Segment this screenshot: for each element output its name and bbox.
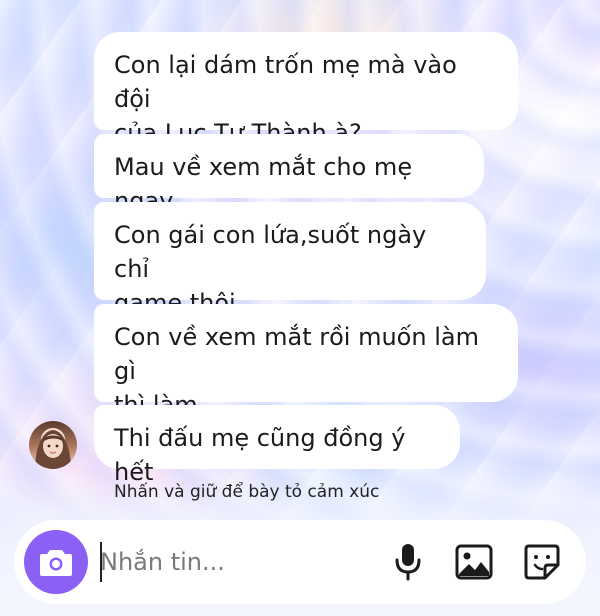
message-input[interactable] [100,542,370,582]
message-bubble[interactable]: Con lại dám trốn mẹ mà vào đội của Lục T… [94,32,518,147]
message-composer [14,520,586,604]
camera-icon [40,550,72,576]
voice-button[interactable] [386,540,430,584]
message-bubble[interactable]: Mau về xem mắt cho mẹ ngay [94,134,484,215]
message-bubble[interactable]: Con về xem mắt rồi muốn làm gì thì làm [94,304,518,419]
text-cursor [100,542,102,582]
sticker-button[interactable] [520,540,564,584]
microphone-icon [395,544,421,581]
avatar-image [35,430,71,469]
message-bubble[interactable]: Con gái con lứa,suốt ngày chỉ game thôi [94,202,486,317]
sender-avatar[interactable] [29,421,77,469]
gallery-button[interactable] [452,540,496,584]
image-gallery-icon [455,544,493,580]
sticker-icon [524,544,560,580]
message-thread[interactable]: Con lại dám trốn mẹ mà vào đội của Lục T… [0,0,600,520]
message-bubble[interactable]: Thi đấu mẹ cũng đồng ý hết [94,405,460,486]
reaction-hint: Nhấn và giữ để bày tỏ cảm xúc [114,482,380,502]
camera-button[interactable] [24,530,88,594]
